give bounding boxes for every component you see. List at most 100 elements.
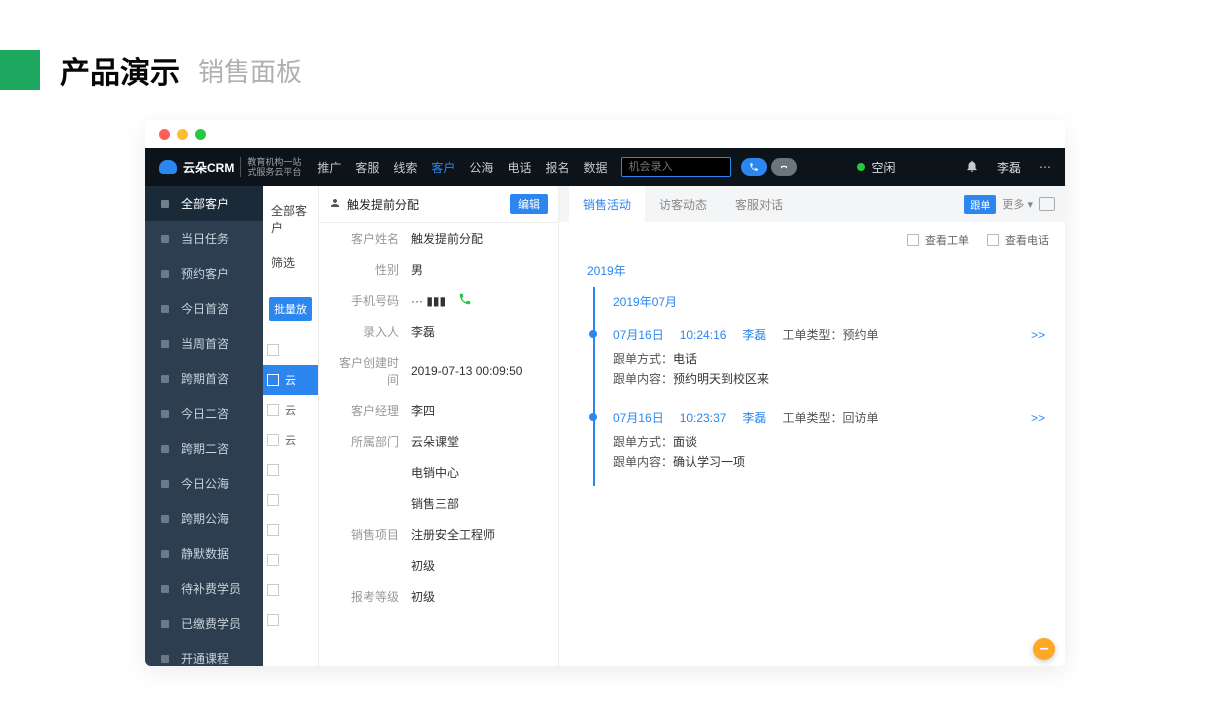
activity-tab-0[interactable]: 销售活动	[569, 186, 645, 222]
sidebar-item-5[interactable]: 跨期首咨	[145, 361, 263, 396]
status-indicator: 空闲	[857, 159, 895, 176]
sidebar-icon	[159, 408, 171, 420]
user-menu-icon[interactable]: ⋯	[1039, 160, 1051, 174]
field-value: 初级	[411, 588, 435, 605]
nav-item-3[interactable]: 客户	[431, 159, 455, 176]
edit-button[interactable]: 编辑	[510, 194, 548, 214]
list-row[interactable]: 云	[263, 395, 318, 425]
sidebar-item-8[interactable]: 今日公海	[145, 466, 263, 501]
status-text: 空闲	[871, 159, 895, 176]
sidebar-item-4[interactable]: 当周首咨	[145, 326, 263, 361]
sidebar-icon	[159, 303, 171, 315]
list-row[interactable]	[263, 485, 318, 515]
detail-field: 客户经理李四	[319, 395, 558, 426]
activity-tab-1[interactable]: 访客动态	[645, 186, 721, 222]
status-dot-icon	[857, 163, 865, 171]
list-row[interactable]	[263, 575, 318, 605]
list-row[interactable]	[263, 605, 318, 635]
batch-button[interactable]: 批量放	[269, 297, 312, 321]
entry-more-link[interactable]: >>	[1031, 328, 1045, 342]
timeline-entry: 07月16日10:24:16李磊工单类型：预约单>>跟单方式：电话跟单内容：预约…	[613, 320, 1045, 403]
list-row[interactable]	[263, 455, 318, 485]
activity-tab-2[interactable]: 客服对话	[721, 186, 797, 222]
detail-field: 初级	[319, 550, 558, 581]
call-button[interactable]	[741, 158, 767, 176]
field-value: 李四	[411, 402, 435, 419]
opportunity-button[interactable]: ▾	[621, 157, 731, 177]
sidebar-item-7[interactable]: 跨期二咨	[145, 431, 263, 466]
nav-item-2[interactable]: 线索	[393, 159, 417, 176]
top-nav: 云朵CRM 教育机构一站 式服务云平台 推广客服线索客户公海电话报名数据 ▾ 空…	[145, 148, 1065, 186]
list-row[interactable]	[263, 515, 318, 545]
sidebar-icon	[159, 653, 171, 665]
fab-button[interactable]: –	[1033, 638, 1055, 660]
nav-item-1[interactable]: 客服	[355, 159, 379, 176]
checkbox-header[interactable]	[263, 335, 318, 365]
brand: 云朵CRM 教育机构一站 式服务云平台	[159, 157, 301, 177]
nav-item-7[interactable]: 数据	[583, 159, 607, 176]
field-value: 触发提前分配	[411, 230, 483, 247]
list-title: 全部客户	[263, 196, 318, 242]
app-window: 云朵CRM 教育机构一站 式服务云平台 推广客服线索客户公海电话报名数据 ▾ 空…	[145, 120, 1065, 666]
sidebar-label: 预约客户	[181, 265, 229, 282]
nav-item-4[interactable]: 公海	[469, 159, 493, 176]
panel-toggle-icon[interactable]	[1039, 197, 1055, 211]
field-label: 所属部门	[329, 433, 399, 450]
field-label: 客户经理	[329, 402, 399, 419]
sidebar-item-1[interactable]: 当日任务	[145, 221, 263, 256]
sidebar-item-10[interactable]: 静默数据	[145, 536, 263, 571]
sidebar-item-6[interactable]: 今日二咨	[145, 396, 263, 431]
current-user[interactable]: 李磊	[997, 159, 1021, 176]
phone-icon[interactable]	[458, 292, 472, 309]
field-label: 客户创建时间	[329, 354, 399, 388]
hangup-button[interactable]	[771, 158, 797, 176]
entry-body: 跟单方式：面谈跟单内容：确认学习一项	[613, 426, 1045, 472]
sidebar-icon	[159, 198, 171, 210]
sidebar-icon	[159, 548, 171, 560]
list-row[interactable]: 云	[263, 425, 318, 455]
close-icon[interactable]	[159, 129, 170, 140]
sidebar-icon	[159, 618, 171, 630]
sidebar-item-3[interactable]: 今日首咨	[145, 291, 263, 326]
sidebar-label: 开通课程	[181, 650, 229, 666]
sidebar-icon	[159, 513, 171, 525]
nav-item-6[interactable]: 报名	[545, 159, 569, 176]
sidebar-label: 当周首咨	[181, 335, 229, 352]
timeline: 2019年 2019年07月 07月16日10:24:16李磊工单类型：预约单>…	[559, 258, 1065, 486]
entry-body: 跟单方式：电话跟单内容：预约明天到校区来	[613, 343, 1045, 389]
field-label: 录入人	[329, 323, 399, 340]
sidebar-item-11[interactable]: 待补费学员	[145, 571, 263, 606]
nav-items: 推广客服线索客户公海电话报名数据	[317, 159, 607, 176]
field-value: 电销中心	[411, 464, 459, 481]
more-menu[interactable]: 更多 ▾	[1002, 196, 1033, 212]
sidebar-item-12[interactable]: 已缴费学员	[145, 606, 263, 641]
sidebar-item-13[interactable]: 开通课程	[145, 641, 263, 666]
entry-date: 07月16日	[613, 409, 664, 426]
nav-item-5[interactable]: 电话	[507, 159, 531, 176]
brand-name: 云朵CRM	[183, 159, 234, 176]
sidebar-item-0[interactable]: 全部客户	[145, 186, 263, 221]
field-value: 李磊	[411, 323, 435, 340]
field-label: 客户姓名	[329, 230, 399, 247]
minimize-icon[interactable]	[177, 129, 188, 140]
entry-user: 李磊	[742, 326, 766, 343]
list-column: 全部客户 筛选 批量放 云 云 云	[263, 186, 319, 666]
view-calls-checkbox[interactable]: 查看电话	[987, 232, 1049, 248]
list-row[interactable]	[263, 545, 318, 575]
detail-field: 客户姓名触发提前分配	[319, 223, 558, 254]
detail-field: 销售三部	[319, 488, 558, 519]
sidebar-item-9[interactable]: 跨期公海	[145, 501, 263, 536]
entry-user: 李磊	[742, 409, 766, 426]
bell-icon[interactable]	[965, 159, 979, 176]
view-orders-checkbox[interactable]: 查看工单	[907, 232, 969, 248]
sidebar: 全部客户当日任务预约客户今日首咨当周首咨跨期首咨今日二咨跨期二咨今日公海跨期公海…	[145, 186, 263, 666]
sidebar-label: 已缴费学员	[181, 615, 241, 632]
sidebar-label: 今日首咨	[181, 300, 229, 317]
activity-panel: 销售活动访客动态客服对话 跟单 更多 ▾ 查看工单 查看电话 2019年 201…	[559, 186, 1065, 666]
nav-item-0[interactable]: 推广	[317, 159, 341, 176]
list-row-selected[interactable]: 云	[263, 365, 318, 395]
followup-chip[interactable]: 跟单	[964, 195, 996, 214]
maximize-icon[interactable]	[195, 129, 206, 140]
entry-more-link[interactable]: >>	[1031, 411, 1045, 425]
sidebar-item-2[interactable]: 预约客户	[145, 256, 263, 291]
